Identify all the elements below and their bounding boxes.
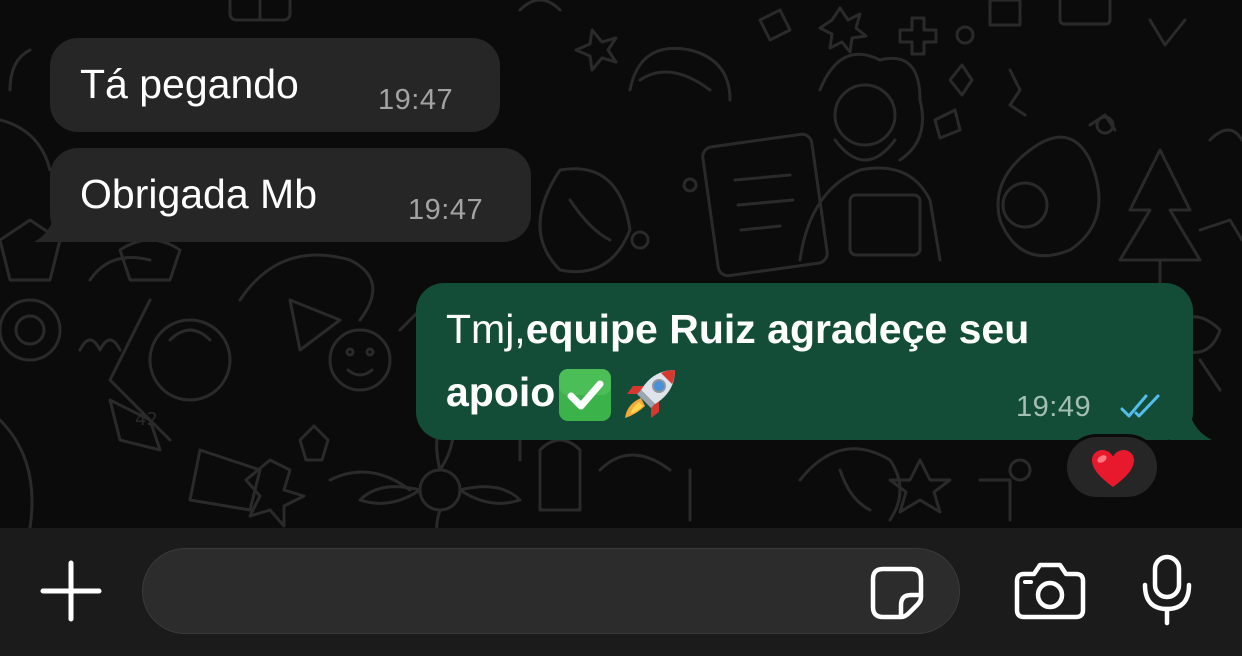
message-timestamp: 19:47 [378,84,454,116]
message-text: Tá pegando [80,61,299,107]
message-text: Tmj,equipe Ruiz agradeçe seu [446,305,1029,354]
plus-icon[interactable] [40,560,102,622]
message-reaction[interactable] [1064,434,1160,500]
chat-area[interactable]: 42 Tá pegando 19:47 Obrigada Mb 19:47 Tm… [0,0,1242,528]
message-text-bold: equipe Ruiz agradeçe seu [525,306,1030,352]
message-bubble-incoming[interactable]: Tá pegando 19:47 [50,38,500,132]
message-text: Obrigada Mb [80,171,318,217]
microphone-icon[interactable] [1140,554,1194,626]
message-input[interactable] [142,548,960,634]
svg-text:42: 42 [135,409,158,430]
message-timestamp: 19:47 [408,194,484,226]
message-text-line2: apoio [446,364,681,426]
message-text-prefix: Tmj, [446,306,526,352]
message-timestamp: 19:49 [1016,391,1092,423]
red-heart-emoji [1092,450,1134,487]
message-bubble-outgoing[interactable]: Tmj,equipe Ruiz agradeçe seu apoio 19:49 [416,283,1193,440]
message-composer-bar [0,528,1242,656]
camera-icon[interactable] [1014,562,1086,620]
message-text-bold: apoio [446,368,556,415]
rocket-emoji [625,370,676,418]
sticker-icon[interactable] [869,565,925,621]
check-mark-button-emoji [559,369,612,421]
read-receipt-icon [1120,394,1160,418]
message-bubble-incoming[interactable]: Obrigada Mb 19:47 [50,148,531,242]
